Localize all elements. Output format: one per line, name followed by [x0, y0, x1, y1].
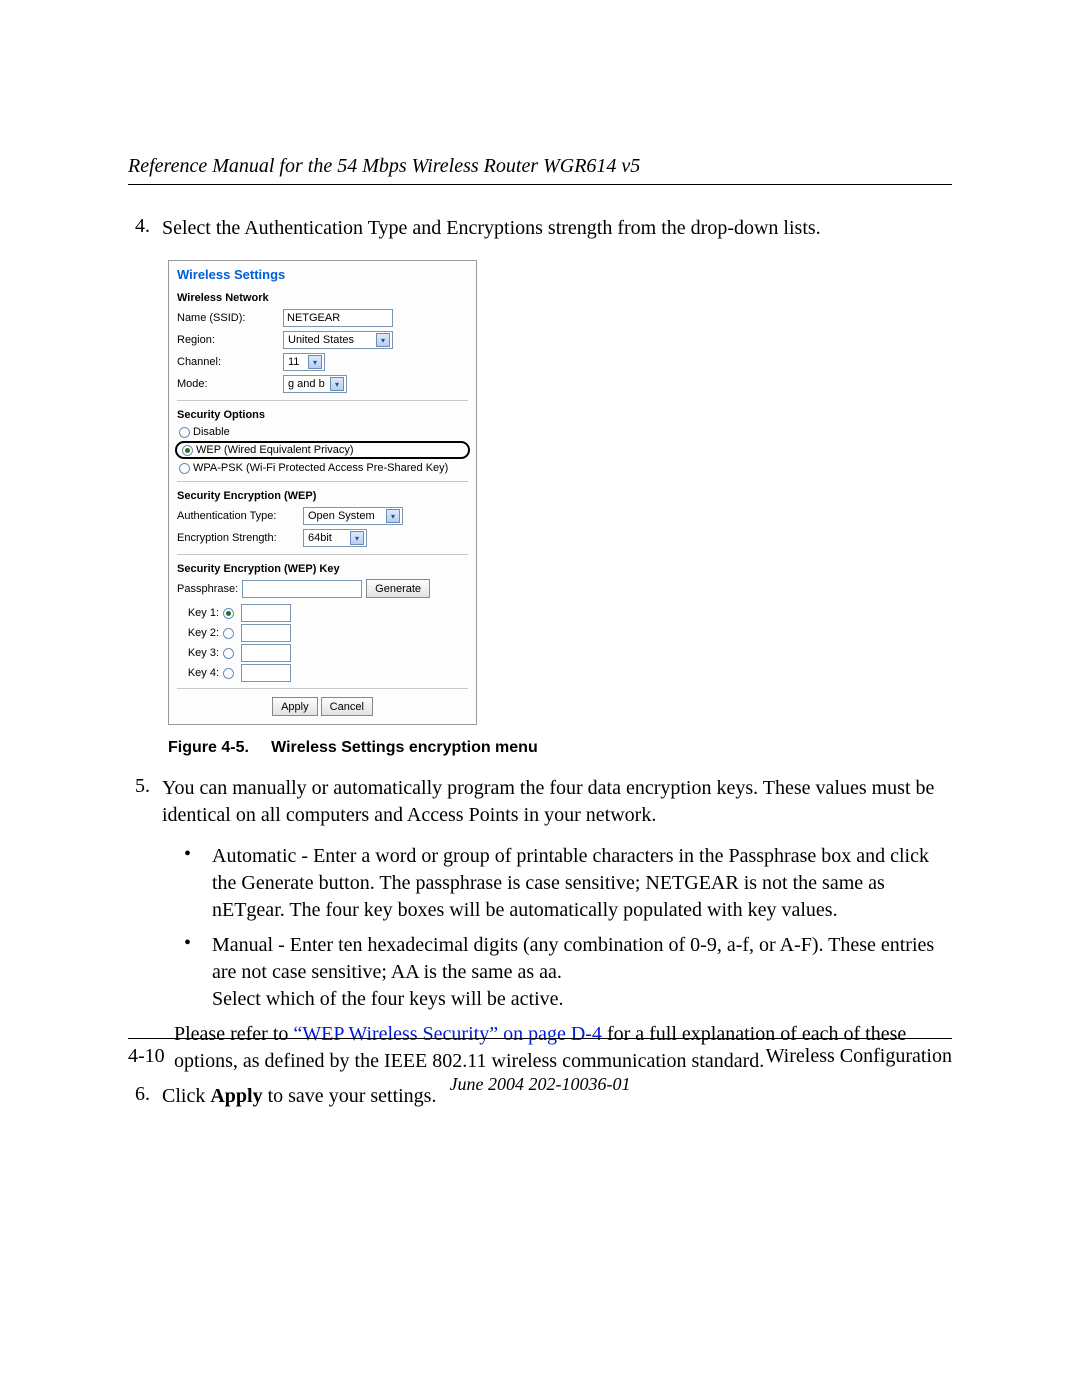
option-label-wpa: WPA-PSK (Wi-Fi Protected Access Pre-Shar…	[193, 462, 448, 474]
chevron-down-icon: ▾	[376, 333, 390, 347]
radio-icon	[179, 463, 190, 474]
cancel-button[interactable]: Cancel	[321, 697, 373, 716]
step-number: 5.	[128, 775, 162, 829]
auth-type-value: Open System	[308, 510, 375, 522]
security-option-wpa[interactable]: WPA-PSK (Wi-Fi Protected Access Pre-Shar…	[177, 461, 468, 475]
figure-title: Wireless Settings encryption menu	[271, 739, 538, 756]
section-encryption-wep: Security Encryption (WEP)	[177, 490, 468, 502]
enc-strength-label: Encryption Strength:	[177, 532, 297, 544]
ssid-label: Name (SSID):	[177, 312, 277, 324]
generate-button[interactable]: Generate	[366, 579, 430, 598]
enc-strength-value: 64bit	[308, 532, 332, 544]
apply-button[interactable]: Apply	[272, 697, 318, 716]
passphrase-input[interactable]	[242, 580, 362, 598]
chevron-down-icon: ▾	[386, 509, 400, 523]
mode-select[interactable]: g and b ▾	[283, 375, 347, 393]
chevron-down-icon: ▾	[330, 377, 344, 391]
step-4-text: Select the Authentication Type and Encry…	[162, 215, 952, 242]
option-label-wep: WEP (Wired Equivalent Privacy)	[196, 444, 354, 456]
auth-type-select[interactable]: Open System ▾	[303, 507, 403, 525]
key4-radio[interactable]	[223, 668, 234, 679]
mode-label: Mode:	[177, 378, 277, 390]
key4-label: Key 4:	[177, 667, 219, 679]
key2-input[interactable]	[241, 624, 291, 642]
mode-value: g and b	[288, 378, 325, 390]
option-label-disable: Disable	[193, 426, 230, 438]
step-number: 4.	[128, 215, 162, 242]
step-5-bullet-manual: Manual - Enter ten hexadecimal digits (a…	[212, 932, 952, 1013]
wireless-settings-screenshot: Wireless Settings Wireless Network Name …	[168, 260, 477, 725]
key2-radio[interactable]	[223, 628, 234, 639]
key1-radio[interactable]	[223, 608, 234, 619]
key3-radio[interactable]	[223, 648, 234, 659]
section-wireless-network: Wireless Network	[177, 292, 468, 304]
running-header: Reference Manual for the 54 Mbps Wireles…	[128, 155, 952, 185]
region-select[interactable]: United States ▾	[283, 331, 393, 349]
key1-label: Key 1:	[177, 607, 219, 619]
radio-icon	[182, 445, 193, 456]
security-option-disable[interactable]: Disable	[177, 425, 468, 439]
footer-section-name: Wireless Configuration	[766, 1045, 952, 1068]
bullet-icon: •	[184, 932, 212, 1013]
chevron-down-icon: ▾	[308, 355, 322, 369]
channel-label: Channel:	[177, 356, 277, 368]
figure-caption: Figure 4-5. Wireless Settings encryption…	[168, 739, 952, 757]
radio-icon	[179, 427, 190, 438]
channel-select[interactable]: 11 ▾	[283, 353, 325, 371]
chevron-down-icon: ▾	[350, 531, 364, 545]
key3-label: Key 3:	[177, 647, 219, 659]
key1-input[interactable]	[241, 604, 291, 622]
ssid-input[interactable]	[283, 309, 393, 327]
section-security-options: Security Options	[177, 409, 468, 421]
step-5-bullet-automatic: Automatic - Enter a word or group of pri…	[212, 843, 952, 924]
enc-strength-select[interactable]: 64bit ▾	[303, 529, 367, 547]
auth-type-label: Authentication Type:	[177, 510, 297, 522]
bullet-icon: •	[184, 843, 212, 924]
region-label: Region:	[177, 334, 277, 346]
section-encryption-key: Security Encryption (WEP) Key	[177, 563, 468, 575]
security-option-wep[interactable]: WEP (Wired Equivalent Privacy)	[175, 441, 470, 459]
step-5-text: You can manually or automatically progra…	[162, 775, 952, 829]
footer-date: June 2004 202-10036-01	[0, 1074, 1080, 1095]
panel-title: Wireless Settings	[177, 267, 468, 282]
footer-page-number: 4-10	[128, 1045, 165, 1068]
region-value: United States	[288, 334, 354, 346]
channel-value: 11	[288, 356, 299, 368]
figure-number: Figure 4-5.	[168, 739, 249, 756]
key4-input[interactable]	[241, 664, 291, 682]
passphrase-label: Passphrase:	[177, 583, 238, 595]
key3-input[interactable]	[241, 644, 291, 662]
key2-label: Key 2:	[177, 627, 219, 639]
